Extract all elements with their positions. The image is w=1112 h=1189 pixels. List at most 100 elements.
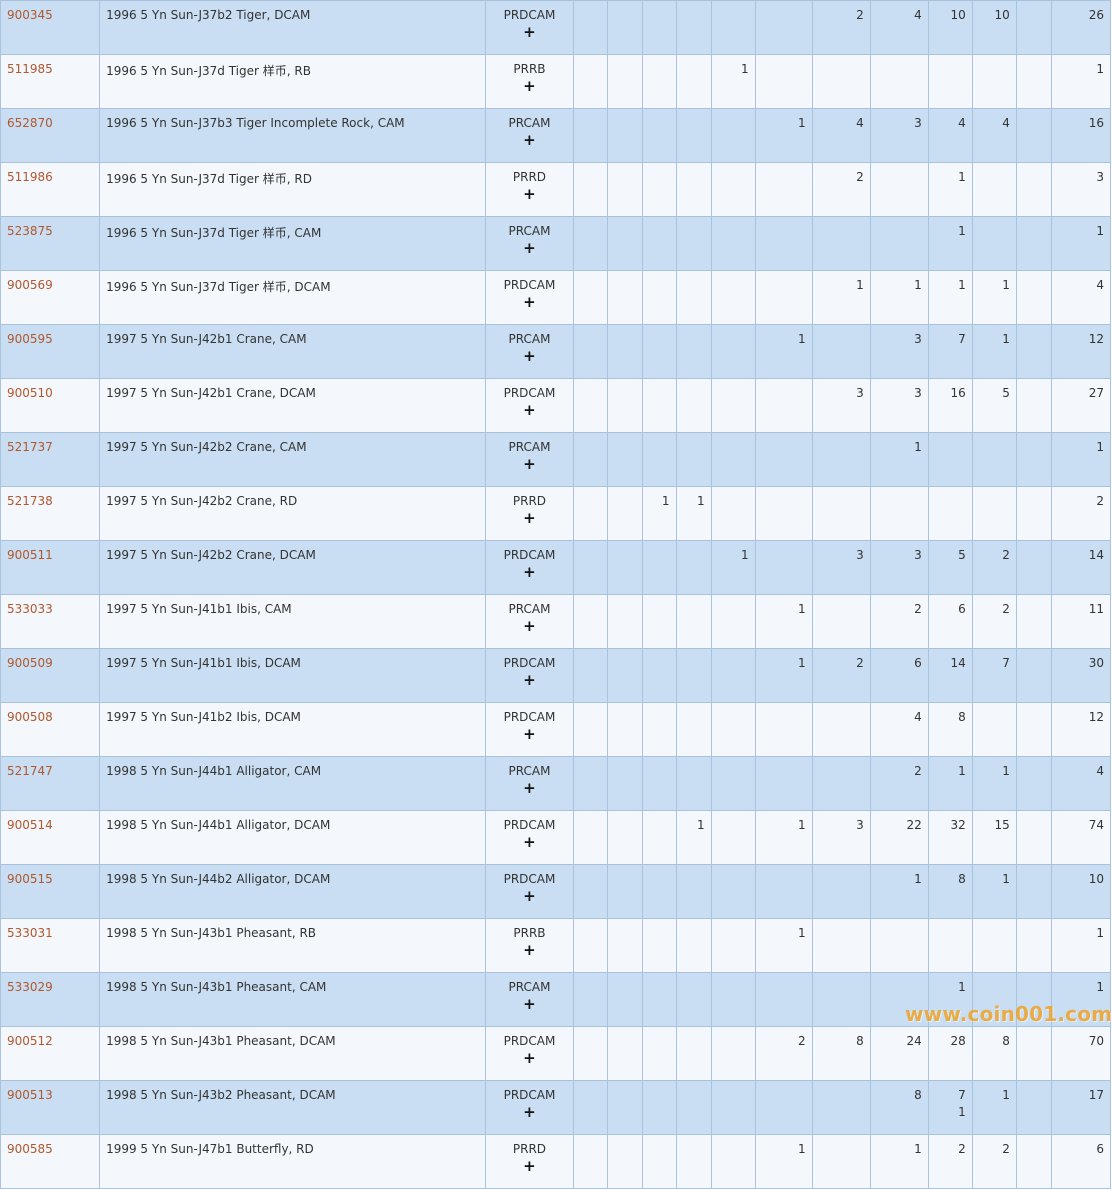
cert-id-cell: 511985 [0,54,101,109]
table-row: 511986 1996 5 Yn Sun-J37d Tiger 样币, RD PRR… [0,162,1112,217]
grade-count-cell: 2 [811,648,871,703]
grade-count-cell: 22 [869,810,929,865]
expand-plus-button[interactable]: + [523,187,536,202]
expand-plus-button[interactable]: + [523,349,536,364]
cert-id-link[interactable]: 511985 [7,62,53,76]
grade-count-cell [971,702,1017,757]
grade-count-cell: 1 [869,270,929,325]
count-value: 1 [740,62,749,76]
expand-plus-button[interactable]: + [523,1051,536,1066]
expand-plus-button[interactable]: + [523,889,536,904]
grade-count-cell [641,54,677,109]
count-value: 1 [1096,224,1104,238]
expand-plus-button[interactable]: + [523,619,536,634]
cert-id-link[interactable]: 900569 [7,278,53,292]
expand-plus-button[interactable]: + [523,403,536,418]
cert-id-link[interactable]: 523875 [7,224,53,238]
grade-count-cell [754,0,813,55]
cert-id-link[interactable]: 521747 [7,764,53,778]
grade-count-cell: 2 [971,1134,1017,1189]
coin-description: 1998 5 Yn Sun-J44b1 Alligator, CAM [99,756,487,811]
coin-description: 1998 5 Yn Sun-J43b1 Pheasant, DCAM [99,1026,487,1081]
expand-plus-button[interactable]: + [523,1105,536,1120]
count-value: 8 [914,1088,922,1102]
designation-cell: PRDCAM + [485,378,574,433]
expand-plus-button[interactable]: + [523,295,536,310]
cert-id-link[interactable]: 900509 [7,656,53,670]
total-count-cell: 3 [1050,162,1112,217]
count-value: 22 [906,818,922,832]
expand-plus-button[interactable]: + [523,943,536,958]
grade-count-cell [572,0,608,55]
expand-plus-button[interactable]: + [523,241,536,256]
count-value: 1 [914,278,922,292]
coin-description: 1996 5 Yn Sun-J37d Tiger 样币, DCAM [99,270,487,325]
expand-plus-button[interactable]: + [523,997,536,1012]
cert-id-link[interactable]: 900510 [7,386,53,400]
grade-count-cell [1015,810,1052,865]
expand-plus-button[interactable]: + [523,565,536,580]
count-value: 4 [914,710,922,724]
expand-plus-button[interactable]: + [523,781,536,796]
grade-count-cell [641,972,677,1027]
expand-plus-button[interactable]: + [523,25,536,40]
cert-id-cell: 900345 [0,0,101,55]
cert-id-link[interactable]: 900513 [7,1088,53,1102]
grade-count-cell: 4 [869,0,929,55]
grade-count-cell [675,540,712,595]
cert-id-link[interactable]: 652870 [7,116,53,130]
expand-plus-button[interactable]: + [523,1159,536,1174]
grade-count-cell: 1 [811,270,871,325]
grade-count-cell: 1 [971,1080,1017,1135]
count-value: 1 [914,440,922,454]
cert-id-link[interactable]: 900512 [7,1034,53,1048]
count-value: 28 [950,1034,966,1048]
count-value: 32 [950,818,966,832]
table-row: 533033 1997 5 Yn Sun-J41b1 Ibis, CAM PRCAM… [0,594,1112,649]
cert-id-link[interactable]: 900595 [7,332,53,346]
grade-count-cell [572,486,608,541]
cert-id-link[interactable]: 521738 [7,494,53,508]
grade-count-cell [754,162,813,217]
cert-id-link[interactable]: 900345 [7,8,53,22]
cert-id-link[interactable]: 533031 [7,926,53,940]
grade-count-cell [675,972,712,1027]
total-count-cell: 17 [1050,1080,1112,1135]
table-row: 900585 1999 5 Yn Sun-J47b1 Butterfly, RD P… [0,1134,1112,1189]
grade-count-cell [606,378,643,433]
expand-plus-button[interactable]: + [523,511,536,526]
cert-id-link[interactable]: 521737 [7,440,53,454]
grade-count-cell: 4 [811,108,871,163]
cert-id-link[interactable]: 511986 [7,170,53,184]
grade-count-cell [1015,54,1052,109]
expand-plus-button[interactable]: + [523,79,536,94]
designation-cell: PRDCAM + [485,810,574,865]
cert-id-link[interactable]: 900508 [7,710,53,724]
grade-count-cell [572,432,608,487]
cert-id-link[interactable]: 900511 [7,548,53,562]
cert-id-cell: 900569 [0,270,101,325]
count-value: 1 [798,656,806,670]
expand-plus-button[interactable]: + [523,133,536,148]
grade-count-cell: 2 [971,594,1017,649]
cert-id-link[interactable]: 900585 [7,1142,53,1156]
expand-plus-button[interactable]: + [523,457,536,472]
grade-count-cell: 8 [869,1080,929,1135]
count-value: 1 [798,332,806,346]
grade-count-cell [754,756,813,811]
cert-id-link[interactable]: 900515 [7,872,53,886]
total-count-cell: 1 [1050,216,1112,271]
cert-id-cell: 900512 [0,1026,101,1081]
expand-plus-button[interactable]: + [523,835,536,850]
grade-count-cell [1015,486,1052,541]
designation-cell: PRCAM + [485,108,574,163]
count-value: 1 [1002,278,1010,292]
cert-id-link[interactable]: 533029 [7,980,53,994]
cert-id-link[interactable]: 533033 [7,602,53,616]
grade-count-cell: 2 [869,594,929,649]
expand-plus-button[interactable]: + [523,727,536,742]
grade-count-cell [710,108,756,163]
expand-plus-button[interactable]: + [523,673,536,688]
cert-id-link[interactable]: 900514 [7,818,53,832]
designation-cell: PRRB + [485,54,574,109]
